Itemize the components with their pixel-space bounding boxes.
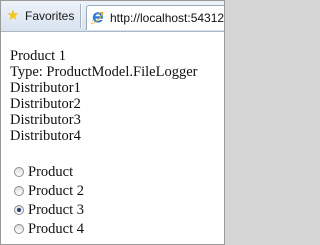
browser-window: ★ Favorites http://localhost:54312/de Pr…: [0, 0, 225, 245]
radio-button[interactable]: [14, 167, 24, 177]
radio-label: Product: [28, 163, 74, 180]
browser-tab[interactable]: http://localhost:54312/de: [86, 5, 225, 30]
radio-option-product-3[interactable]: Product 3: [14, 202, 84, 218]
page-content: Product 1 Type: ProductModel.FileLogger …: [1, 32, 224, 244]
star-icon: ★: [6, 7, 20, 24]
radio-label: Product 2: [28, 182, 84, 199]
distributor-4: Distributor4: [10, 128, 81, 144]
radio-option-product-4[interactable]: Product 4: [14, 221, 84, 237]
radio-button-selected[interactable]: [14, 205, 24, 215]
toolbar-separator: [80, 4, 81, 28]
product-type: Type: ProductModel.FileLogger: [10, 64, 198, 80]
radio-button[interactable]: [14, 224, 24, 234]
distributor-1: Distributor1: [10, 80, 81, 96]
radio-option-product[interactable]: Product: [14, 164, 73, 180]
product-name: Product 1: [10, 48, 66, 64]
distributor-3: Distributor3: [10, 112, 81, 128]
ie-page-icon: [90, 11, 104, 26]
radio-label: Product 4: [28, 220, 84, 237]
favorites-button[interactable]: ★ Favorites: [5, 7, 74, 25]
radio-option-product-2[interactable]: Product 2: [14, 183, 84, 199]
radio-label: Product 3: [28, 201, 84, 218]
favorites-label: Favorites: [25, 9, 75, 23]
radio-button[interactable]: [14, 186, 24, 196]
tab-title: http://localhost:54312/de: [110, 11, 225, 25]
browser-toolbar: ★ Favorites http://localhost:54312/de: [1, 1, 224, 32]
distributor-2: Distributor2: [10, 96, 81, 112]
